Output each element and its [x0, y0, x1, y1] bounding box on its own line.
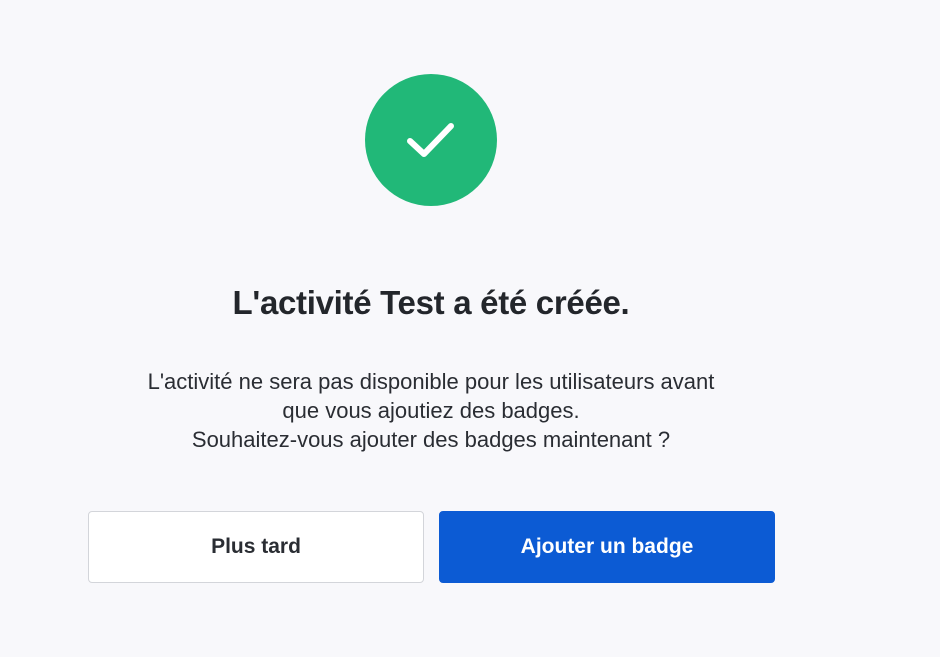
check-icon — [407, 123, 454, 157]
message-line-3: Souhaitez-vous ajouter des badges mainte… — [191, 427, 671, 452]
message-line-1: L'activité ne sera pas disponible pour l… — [147, 369, 715, 394]
confirmation-title: L'activité Test a été créée. — [232, 284, 630, 321]
confirmation-message: L'activité ne sera pas disponible pour l… — [80, 367, 782, 454]
success-icon-circle — [365, 74, 497, 206]
later-button[interactable]: Plus tard — [88, 511, 424, 583]
add-badge-button[interactable]: Ajouter un badge — [439, 511, 775, 583]
message-line-2: que vous ajoutiez des badges. — [282, 398, 580, 423]
